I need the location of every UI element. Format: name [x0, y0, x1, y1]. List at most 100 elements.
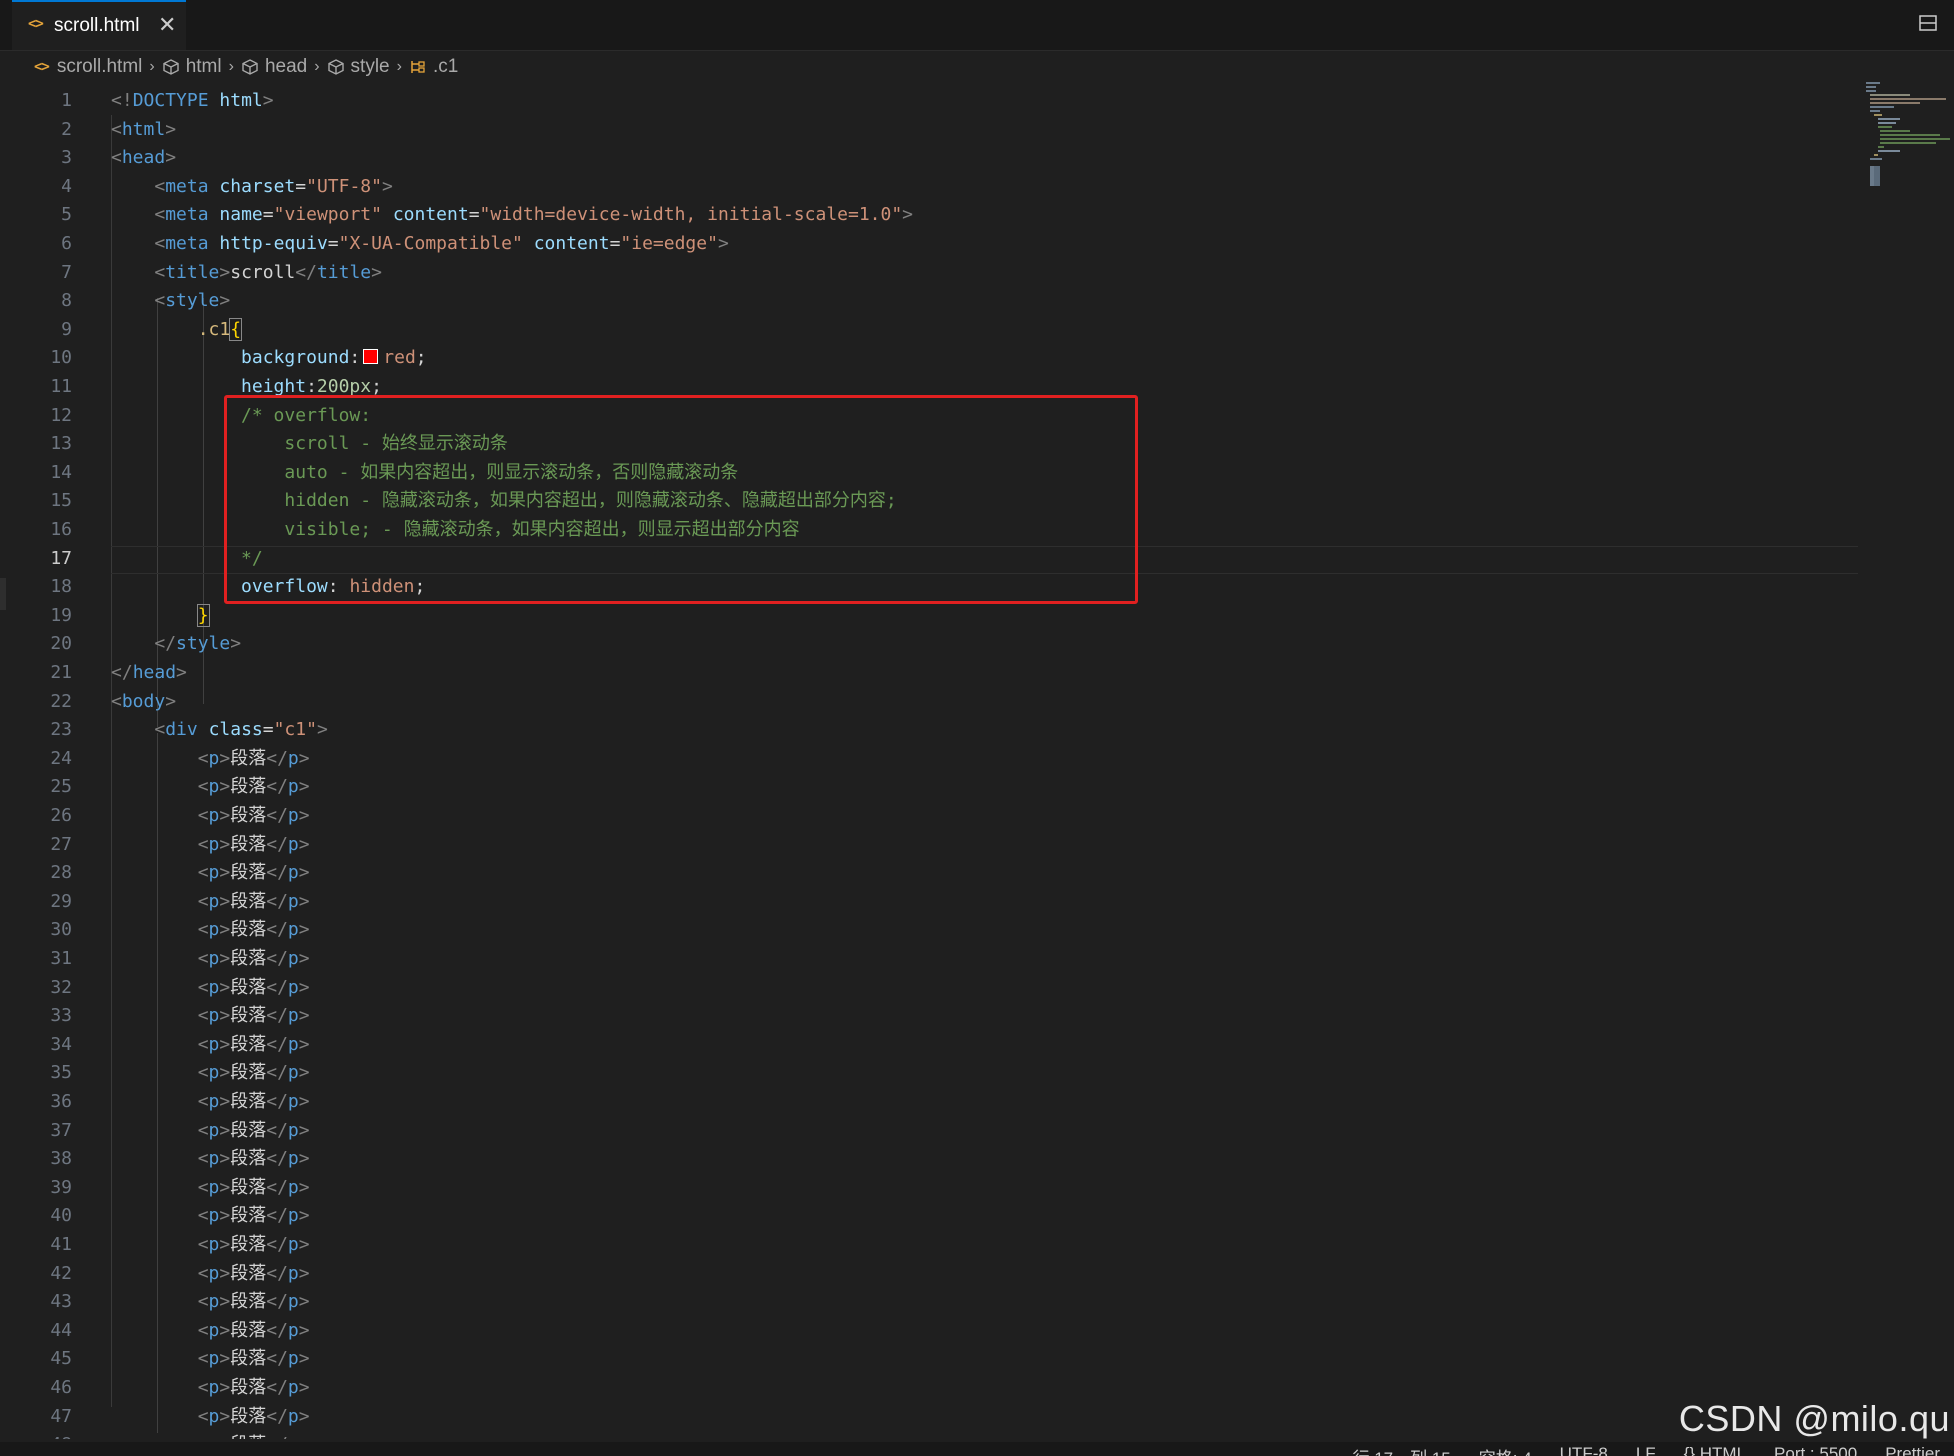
code-text: height:200px; [111, 373, 382, 401]
code-token: visible; - 隐藏滚动条，如果内容超出，则显示超出部分内容 [111, 519, 800, 540]
code-token: > [298, 1320, 310, 1341]
breadcrumb-head[interactable]: head [241, 56, 307, 78]
code-text: background: red; [111, 344, 427, 372]
breadcrumb-selector[interactable]: .c1 [409, 56, 458, 78]
status-prettier[interactable]: Prettier [1885, 1444, 1940, 1456]
code-line[interactable]: 46 <p>段落</p> [0, 1374, 1858, 1402]
status-language[interactable]: {} HTML [1684, 1444, 1746, 1456]
code-line[interactable]: 23 <div class="c1"> [0, 716, 1858, 744]
code-line[interactable]: 47 <p>段落</p> [0, 1403, 1858, 1431]
code-token: p [287, 1062, 299, 1083]
code-line[interactable]: 9 .c1{ [0, 316, 1858, 344]
code-line[interactable]: 21 </head> [0, 659, 1858, 687]
minimap[interactable] [1862, 80, 1952, 190]
code-text: <p>段落</p> [111, 859, 310, 887]
code-line[interactable]: 41 <p>段落</p> [0, 1231, 1858, 1259]
code-token: > [219, 1062, 231, 1083]
code-line[interactable]: 18 overflow: hidden; [0, 573, 1858, 601]
code-token: p [208, 805, 220, 826]
code-line[interactable]: 4 <meta charset="UTF-8"> [0, 173, 1858, 201]
code-line[interactable]: 13 scroll - 始终显示滚动条 [0, 430, 1858, 458]
code-line[interactable]: 29 <p>段落</p> [0, 888, 1858, 916]
code-line[interactable]: 14 auto - 如果内容超出，则显示滚动条，否则隐藏滚动条 [0, 459, 1858, 487]
code-token: </ [266, 1434, 288, 1439]
code-line[interactable]: 38 <p>段落</p> [0, 1145, 1858, 1173]
code-line[interactable]: 8 <style> [0, 287, 1858, 315]
status-encoding[interactable]: UTF-8 [1560, 1444, 1608, 1456]
code-line[interactable]: 40 <p>段落</p> [0, 1202, 1858, 1230]
tab-scroll-html[interactable]: <> scroll.html ✕ [12, 0, 186, 50]
split-editor-icon[interactable] [1918, 13, 1938, 33]
status-cursor-position[interactable]: 行 17，列 15 [1352, 1444, 1450, 1456]
code-line[interactable]: 36 <p>段落</p> [0, 1088, 1858, 1116]
code-line[interactable]: 17 */ [0, 545, 1858, 573]
code-line[interactable]: 34 <p>段落</p> [0, 1031, 1858, 1059]
code-token: height [241, 376, 307, 397]
code-token: 段落 [230, 977, 267, 998]
breadcrumb-file[interactable]: <> scroll.html [34, 56, 142, 78]
code-line[interactable]: 45 <p>段落</p> [0, 1345, 1858, 1373]
code-token: < [111, 691, 122, 712]
code-line[interactable]: 12 /* overflow: [0, 402, 1858, 430]
code-line[interactable]: 28 <p>段落</p> [0, 859, 1858, 887]
code-editor[interactable]: 1 <!DOCTYPE html> 2 <html> 3 <head> 4 <meta ch… [0, 87, 1868, 1439]
code-token: < [197, 1177, 209, 1198]
code-line[interactable]: 5 <meta name="viewport" content="width=d… [0, 201, 1858, 229]
code-token: p [208, 1091, 220, 1112]
code-token: http-equiv [219, 233, 328, 254]
code-line[interactable]: 31 <p>段落</p> [0, 945, 1858, 973]
code-token: < [197, 805, 209, 826]
code-line[interactable]: 1 <!DOCTYPE html> [0, 87, 1858, 115]
code-line[interactable]: 33 <p>段落</p> [0, 1002, 1858, 1030]
code-line[interactable]: 26 <p>段落</p> [0, 802, 1858, 830]
code-token: red [383, 347, 416, 368]
code-line[interactable]: 15 hidden - 隐藏滚动条，如果内容超出，则隐藏滚动条、隐藏超出部分内容… [0, 487, 1858, 515]
code-line[interactable]: 27 <p>段落</p> [0, 831, 1858, 859]
code-text: scroll - 始终显示滚动条 [111, 430, 508, 458]
code-line[interactable]: 16 visible; - 隐藏滚动条，如果内容超出，则显示超出部分内容 [0, 516, 1858, 544]
code-line[interactable]: 30 <p>段落</p> [0, 916, 1858, 944]
code-line[interactable]: 39 <p>段落</p> [0, 1174, 1858, 1202]
breadcrumb-html[interactable]: html [162, 56, 222, 78]
line-number: 29 [50, 891, 72, 912]
code-token: charset [219, 176, 296, 197]
code-line[interactable]: 25 <p>段落</p> [0, 773, 1858, 801]
code-line[interactable]: 11 height:200px; [0, 373, 1858, 401]
code-token: 200px [316, 376, 372, 397]
code-token: = [609, 233, 621, 254]
code-token: > [316, 719, 328, 740]
code-line[interactable]: 10 background: red; [0, 344, 1858, 372]
code-line[interactable]: 35 <p>段落</p> [0, 1059, 1858, 1087]
code-line[interactable]: 44 <p>段落</p> [0, 1317, 1858, 1345]
code-token: p [208, 1005, 220, 1026]
code-token: > [298, 948, 310, 969]
code-line[interactable]: 20 </style> [0, 630, 1858, 658]
code-line[interactable]: 19 } [0, 602, 1858, 630]
code-line[interactable]: 3 <head> [0, 144, 1858, 172]
code-line[interactable]: 7 <title>scroll</title> [0, 259, 1858, 287]
code-token: html [219, 90, 263, 111]
code-token: </ [266, 1005, 288, 1026]
code-line[interactable]: 48 <p>段落</p> [0, 1431, 1858, 1439]
code-token: > [219, 1091, 231, 1112]
code-line[interactable]: 42 <p>段落</p> [0, 1260, 1858, 1288]
status-live-server[interactable]: Port : 5500 [1774, 1444, 1857, 1456]
breadcrumb-style[interactable]: style [327, 56, 390, 78]
code-token: > [717, 233, 729, 254]
status-indentation[interactable]: 空格: 4 [1479, 1444, 1532, 1456]
code-line[interactable]: 37 <p>段落</p> [0, 1117, 1858, 1145]
code-text: <p>段落</p> [111, 1374, 310, 1402]
color-swatch-icon[interactable] [363, 349, 379, 364]
code-line[interactable]: 2 <html> [0, 116, 1858, 144]
code-line[interactable]: 24 <p>段落</p> [0, 745, 1858, 773]
code-line[interactable]: 6 <meta http-equiv="X-UA-Compatible" con… [0, 230, 1858, 258]
code-line[interactable]: 22 <body> [0, 688, 1858, 716]
status-eol[interactable]: LF [1636, 1444, 1656, 1456]
code-token: p [287, 919, 299, 940]
code-line[interactable]: 43 <p>段落</p> [0, 1288, 1858, 1316]
close-icon[interactable]: ✕ [158, 12, 176, 38]
code-line[interactable]: 32 <p>段落</p> [0, 974, 1858, 1002]
